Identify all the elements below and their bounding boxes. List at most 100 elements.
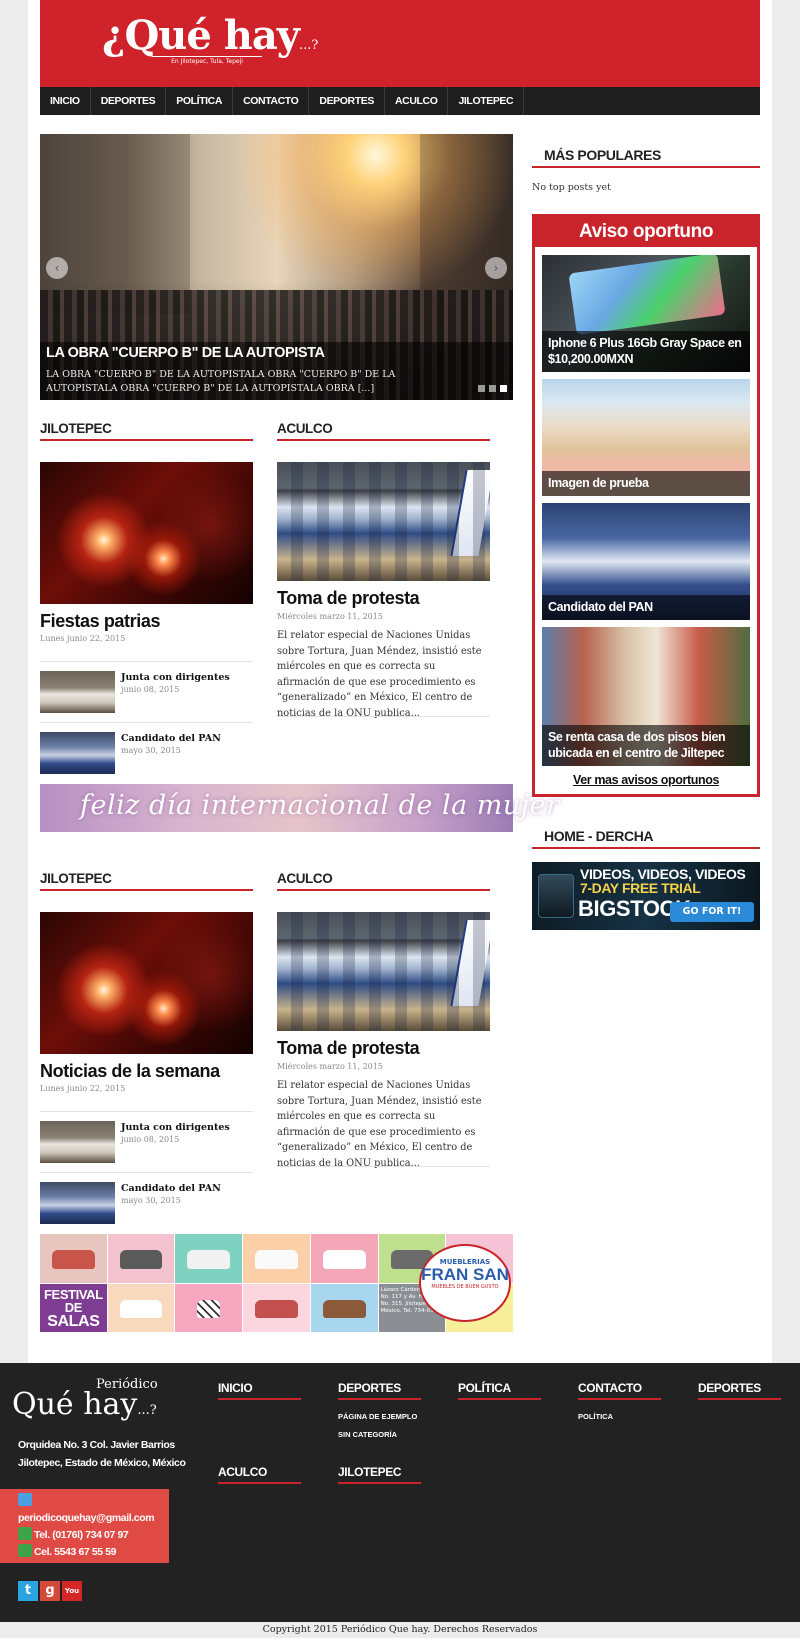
sofa-tile <box>40 1234 107 1283</box>
banner-festival-salas[interactable]: FESTIVAL DE SALAS Lázaro Cárdenas Sur No… <box>40 1234 513 1332</box>
nav-item-jilotepec[interactable]: JILOTEPEC <box>448 87 525 115</box>
aviso-oportuno-widget: Aviso oportuno Iphone 6 Plus 16Gb Gray S… <box>532 214 760 797</box>
festival-line3: SALAS <box>47 1312 100 1330</box>
sofa-tile <box>310 1234 378 1283</box>
ver-mas-avisos-link[interactable]: Ver mas avisos oportunos <box>535 773 757 787</box>
google-plus-icon[interactable]: g <box>40 1581 60 1601</box>
flag-shape <box>450 470 490 556</box>
thumb-candidato-pan[interactable] <box>40 1182 115 1224</box>
footer-link[interactable]: POLÍTICA <box>578 1412 613 1421</box>
sofa-tile <box>175 1283 243 1332</box>
post-title[interactable]: Noticias de la semana <box>40 1061 220 1082</box>
widget-heading-populares: MÁS POPULARES <box>532 146 760 168</box>
post-title[interactable]: Toma de protesta <box>277 1038 420 1059</box>
small-post-date: mayo 30, 2015 <box>121 746 181 755</box>
footer-heading-deportes-2[interactable]: DEPORTES <box>698 1381 781 1400</box>
post-image-noticias-semana[interactable] <box>40 912 253 1054</box>
sofa-tile <box>243 1283 310 1332</box>
divider <box>277 716 490 717</box>
ad-go-button[interactable]: GO FOR IT! <box>670 902 754 922</box>
footer-heading-politica[interactable]: POLÍTICA <box>458 1381 541 1400</box>
divider <box>40 1172 253 1173</box>
aviso-item-renta-casa[interactable]: Se renta casa de dos pisos bien ubicada … <box>542 627 750 766</box>
post-image-fiestas-patrias[interactable] <box>40 462 253 604</box>
sofa-tile <box>310 1283 378 1332</box>
slider-next-icon[interactable]: › <box>485 257 507 279</box>
small-post-title[interactable]: Candidato del PAN <box>121 733 221 744</box>
footer-heading-aculco[interactable]: ACULCO <box>218 1465 301 1484</box>
footer-heading-contacto[interactable]: CONTACTO <box>578 1381 661 1400</box>
flag-shape <box>450 920 490 1006</box>
widget-heading-home-dercha: HOME - DERCHA <box>532 827 760 849</box>
aviso-item-iphone[interactable]: Iphone 6 Plus 16Gb Gray Space en $10,200… <box>542 255 750 372</box>
thumb-candidato-pan[interactable] <box>40 732 115 774</box>
aviso-item-candidato-pan[interactable]: Candidato del PAN <box>542 503 750 620</box>
youtube-icon[interactable]: You <box>62 1581 82 1601</box>
footer-heading-jilotepec[interactable]: JILOTEPEC <box>338 1465 421 1484</box>
slide-excerpt: LA OBRA "CUERPO B" DE LA AUTOPISTALA OBR… <box>46 369 396 394</box>
divider <box>40 722 253 723</box>
sofa-tile <box>175 1234 243 1283</box>
footer-contact-box: periodicoquehay@gmail.com Tel. (0176l) 7… <box>0 1489 169 1563</box>
nav-item-inicio[interactable]: INICIO <box>40 87 91 115</box>
section-heading-jilotepec[interactable]: JILOTEPEC <box>40 421 253 441</box>
thumb-junta-dirigentes[interactable] <box>40 1121 115 1163</box>
slide-title[interactable]: LA OBRA "CUERPO B" DE LA AUTOPISTA <box>46 345 325 361</box>
thumb-junta-dirigentes[interactable] <box>40 671 115 713</box>
festival-line2: DE <box>64 1299 83 1315</box>
post-image-toma-protesta[interactable] <box>277 912 490 1031</box>
aviso-caption: Iphone 6 Plus 16Gb Gray Space en $10,200… <box>542 331 750 372</box>
banner-text: feliz día internacional de la mujer <box>80 790 560 821</box>
post-date: Miércoles marzo 11, 2015 <box>277 1062 383 1071</box>
nav-item-deportes-2[interactable]: DEPORTES <box>309 87 385 115</box>
logo-tagline: En Jilotepec, Tula, Tepeji <box>152 56 262 65</box>
festival-line1: FESTIVAL <box>44 1286 103 1302</box>
nav-item-contacto[interactable]: CONTACTO <box>233 87 310 115</box>
featured-slider[interactable]: LA OBRA "CUERPO B" DE LA AUTOPISTA LA OB… <box>40 134 513 400</box>
nav-item-politica[interactable]: POLÍTICA <box>166 87 234 115</box>
post-excerpt: El relator especial de Naciones Unidas s… <box>277 630 482 719</box>
footer-email[interactable]: periodicoquehay@gmail.com <box>18 1510 155 1527</box>
main-nav: INICIO DEPORTES POLÍTICA CONTACTO DEPORT… <box>40 87 760 115</box>
bigstock-ad[interactable]: VIDEOS, VIDEOS, VIDEOS 7-DAY FREE TRIAL … <box>532 862 760 930</box>
post-title[interactable]: Toma de protesta <box>277 588 420 609</box>
banner-dia-mujer[interactable]: feliz día internacional de la mujer <box>40 784 559 832</box>
phone-icon <box>18 1527 32 1540</box>
sofa-shape <box>119 1250 163 1269</box>
footer-social: t g You <box>18 1581 82 1601</box>
footer-heading-deportes[interactable]: DEPORTES <box>338 1381 421 1400</box>
section-heading-aculco[interactable]: ACULCO <box>277 421 490 441</box>
footer-heading-inicio[interactable]: INICIO <box>218 1381 301 1400</box>
nav-item-aculco[interactable]: ACULCO <box>385 87 449 115</box>
divider <box>277 1166 490 1167</box>
footer-logo-name: Qué hay...? <box>12 1387 157 1422</box>
section-heading-jilotepec[interactable]: JILOTEPEC <box>40 871 253 891</box>
slider-dot[interactable] <box>489 385 496 392</box>
section-heading-aculco[interactable]: ACULCO <box>277 871 490 891</box>
mail-icon <box>18 1493 32 1506</box>
post-image-toma-protesta[interactable] <box>277 462 490 581</box>
footer-logo-dots: ...? <box>137 1403 157 1418</box>
fransan-name: FRAN SAN <box>421 1265 509 1284</box>
post-excerpt: El relator especial de Naciones Unidas s… <box>277 1080 482 1169</box>
post-title[interactable]: Fiestas patrias <box>40 611 160 632</box>
aviso-item-imagen-prueba[interactable]: Imagen de prueba <box>542 379 750 496</box>
small-post-title[interactable]: Candidato del PAN <box>121 1183 221 1194</box>
phone-screen-shape <box>568 255 726 336</box>
footer-address: Orquidea No. 3 Col. Javier Barrios Jilot… <box>18 1436 186 1472</box>
aviso-caption: Se renta casa de dos pisos bien ubicada … <box>542 725 750 766</box>
festival-tile: FESTIVAL DE SALAS <box>40 1283 107 1332</box>
small-post-title[interactable]: Junta con dirigentes <box>121 672 230 683</box>
small-post-title[interactable]: Junta con dirigentes <box>121 1122 230 1133</box>
footer-link[interactable]: PÁGINA DE EJEMPLO <box>338 1412 417 1421</box>
site-logo[interactable]: ¿Qué hay...? En Jilotepec, Tula, Tepeji <box>102 14 318 66</box>
nav-item-deportes[interactable]: DEPORTES <box>91 87 167 115</box>
footer-link[interactable]: SIN CATEGORÍA <box>338 1430 397 1439</box>
phone-icon <box>18 1544 32 1557</box>
slider-prev-icon[interactable]: ‹ <box>46 257 68 279</box>
sofa-tile <box>243 1234 310 1283</box>
twitter-icon[interactable]: t <box>18 1581 38 1601</box>
slider-dot-active[interactable] <box>500 385 507 392</box>
slider-dot[interactable] <box>478 385 485 392</box>
sofa-shape <box>322 1250 366 1269</box>
